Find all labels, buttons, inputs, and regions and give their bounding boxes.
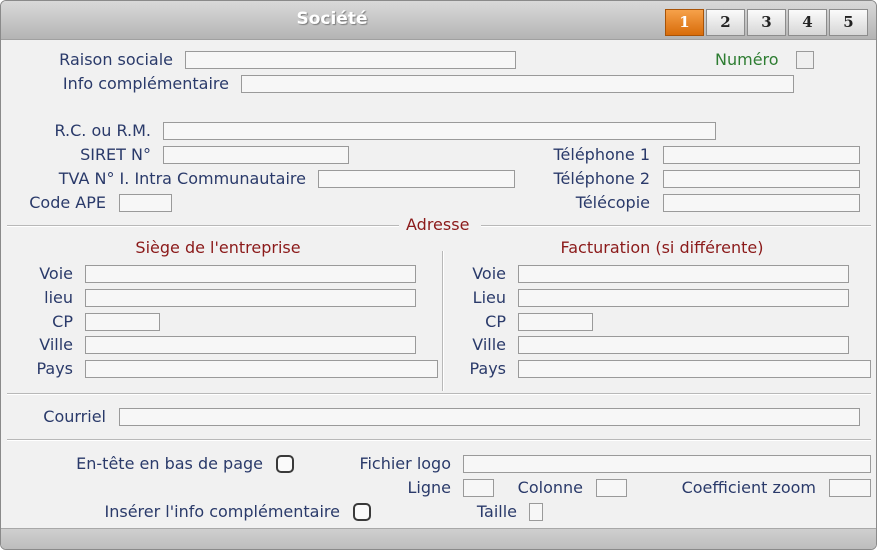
facturation-ville-input[interactable]	[518, 336, 849, 354]
telecopie-label: Télécopie	[575, 193, 650, 212]
siege-title: Siège de l'entreprise	[135, 238, 301, 257]
entete-checkbox[interactable]	[276, 455, 294, 473]
numero-label: Numéro	[715, 50, 779, 69]
facturation-title: Facturation (si différente)	[560, 238, 764, 257]
window-footer	[1, 528, 876, 549]
facturation-cp-input[interactable]	[518, 313, 593, 331]
window-title: Société	[296, 9, 368, 29]
telephone2-input[interactable]	[663, 170, 860, 188]
telephone1-input[interactable]	[663, 146, 860, 164]
siege-pays-label: Pays	[36, 359, 73, 378]
numero-field[interactable]	[796, 51, 814, 69]
siret-label: SIRET N°	[80, 145, 151, 164]
taille-input[interactable]	[529, 503, 543, 521]
facturation-lieu-label: Lieu	[472, 288, 506, 307]
facturation-voie-label: Voie	[472, 264, 506, 283]
inserer-info-label: Insérer l'info complémentaire	[104, 502, 341, 521]
colonne-label: Colonne	[517, 478, 583, 497]
siege-ville-label: Ville	[39, 335, 73, 354]
title-bar: Société 1 2 3 4 5	[1, 1, 876, 40]
coef-zoom-label: Coefficient zoom	[681, 478, 816, 497]
tab-5[interactable]: 5	[829, 9, 868, 36]
siege-voie-input[interactable]	[85, 265, 416, 283]
colonne-input[interactable]	[596, 479, 627, 497]
facturation-cp-label: CP	[485, 312, 506, 331]
raison-sociale-label: Raison sociale	[59, 50, 173, 69]
siege-ville-input[interactable]	[85, 336, 416, 354]
siege-lieu-input[interactable]	[85, 289, 416, 307]
ligne-label: Ligne	[407, 478, 452, 497]
rc-rm-input[interactable]	[163, 122, 716, 140]
info-complementaire-label: Info complémentaire	[62, 74, 229, 93]
facturation-ville-label: Ville	[472, 335, 506, 354]
info-complementaire-input[interactable]	[241, 75, 794, 93]
coef-zoom-input[interactable]	[829, 479, 871, 497]
taille-label: Taille	[476, 502, 517, 521]
tva-label: TVA N° I. Intra Communautaire	[58, 169, 306, 188]
telephone1-label: Téléphone 1	[553, 145, 650, 164]
code-ape-input[interactable]	[119, 194, 172, 212]
tab-4[interactable]: 4	[788, 9, 827, 36]
telecopie-input[interactable]	[663, 194, 860, 212]
options-divider	[7, 439, 871, 441]
facturation-voie-input[interactable]	[518, 265, 849, 283]
address-bottom-divider	[7, 393, 871, 395]
address-column-divider	[442, 251, 444, 391]
siret-input[interactable]	[163, 146, 349, 164]
siege-voie-label: Voie	[39, 264, 73, 283]
adresse-section-label: Adresse	[406, 215, 470, 234]
telephone2-label: Téléphone 2	[553, 169, 650, 188]
fichier-logo-label: Fichier logo	[359, 454, 451, 473]
ligne-input[interactable]	[463, 479, 494, 497]
courriel-input[interactable]	[119, 408, 860, 426]
adresse-divider-left	[7, 225, 399, 227]
societe-window: Société 1 2 3 4 5 Raison sociale Numéro …	[0, 0, 877, 550]
raison-sociale-input[interactable]	[185, 51, 516, 69]
siege-lieu-label: lieu	[44, 288, 73, 307]
facturation-lieu-input[interactable]	[518, 289, 849, 307]
facturation-pays-input[interactable]	[518, 360, 871, 378]
facturation-pays-label: Pays	[469, 359, 506, 378]
tva-input[interactable]	[318, 170, 515, 188]
tab-1[interactable]: 1	[665, 9, 704, 36]
tab-2[interactable]: 2	[706, 9, 745, 36]
entete-label: En-tête en bas de page	[76, 454, 263, 473]
siege-cp-label: CP	[52, 312, 73, 331]
fichier-logo-input[interactable]	[463, 455, 871, 473]
inserer-info-checkbox[interactable]	[353, 503, 371, 521]
tab-3[interactable]: 3	[747, 9, 786, 36]
courriel-label: Courriel	[43, 407, 106, 426]
code-ape-label: Code APE	[29, 193, 106, 212]
adresse-divider-right	[481, 225, 871, 227]
siege-cp-input[interactable]	[85, 313, 160, 331]
siege-pays-input[interactable]	[85, 360, 438, 378]
rc-rm-label: R.C. ou R.M.	[54, 121, 151, 140]
